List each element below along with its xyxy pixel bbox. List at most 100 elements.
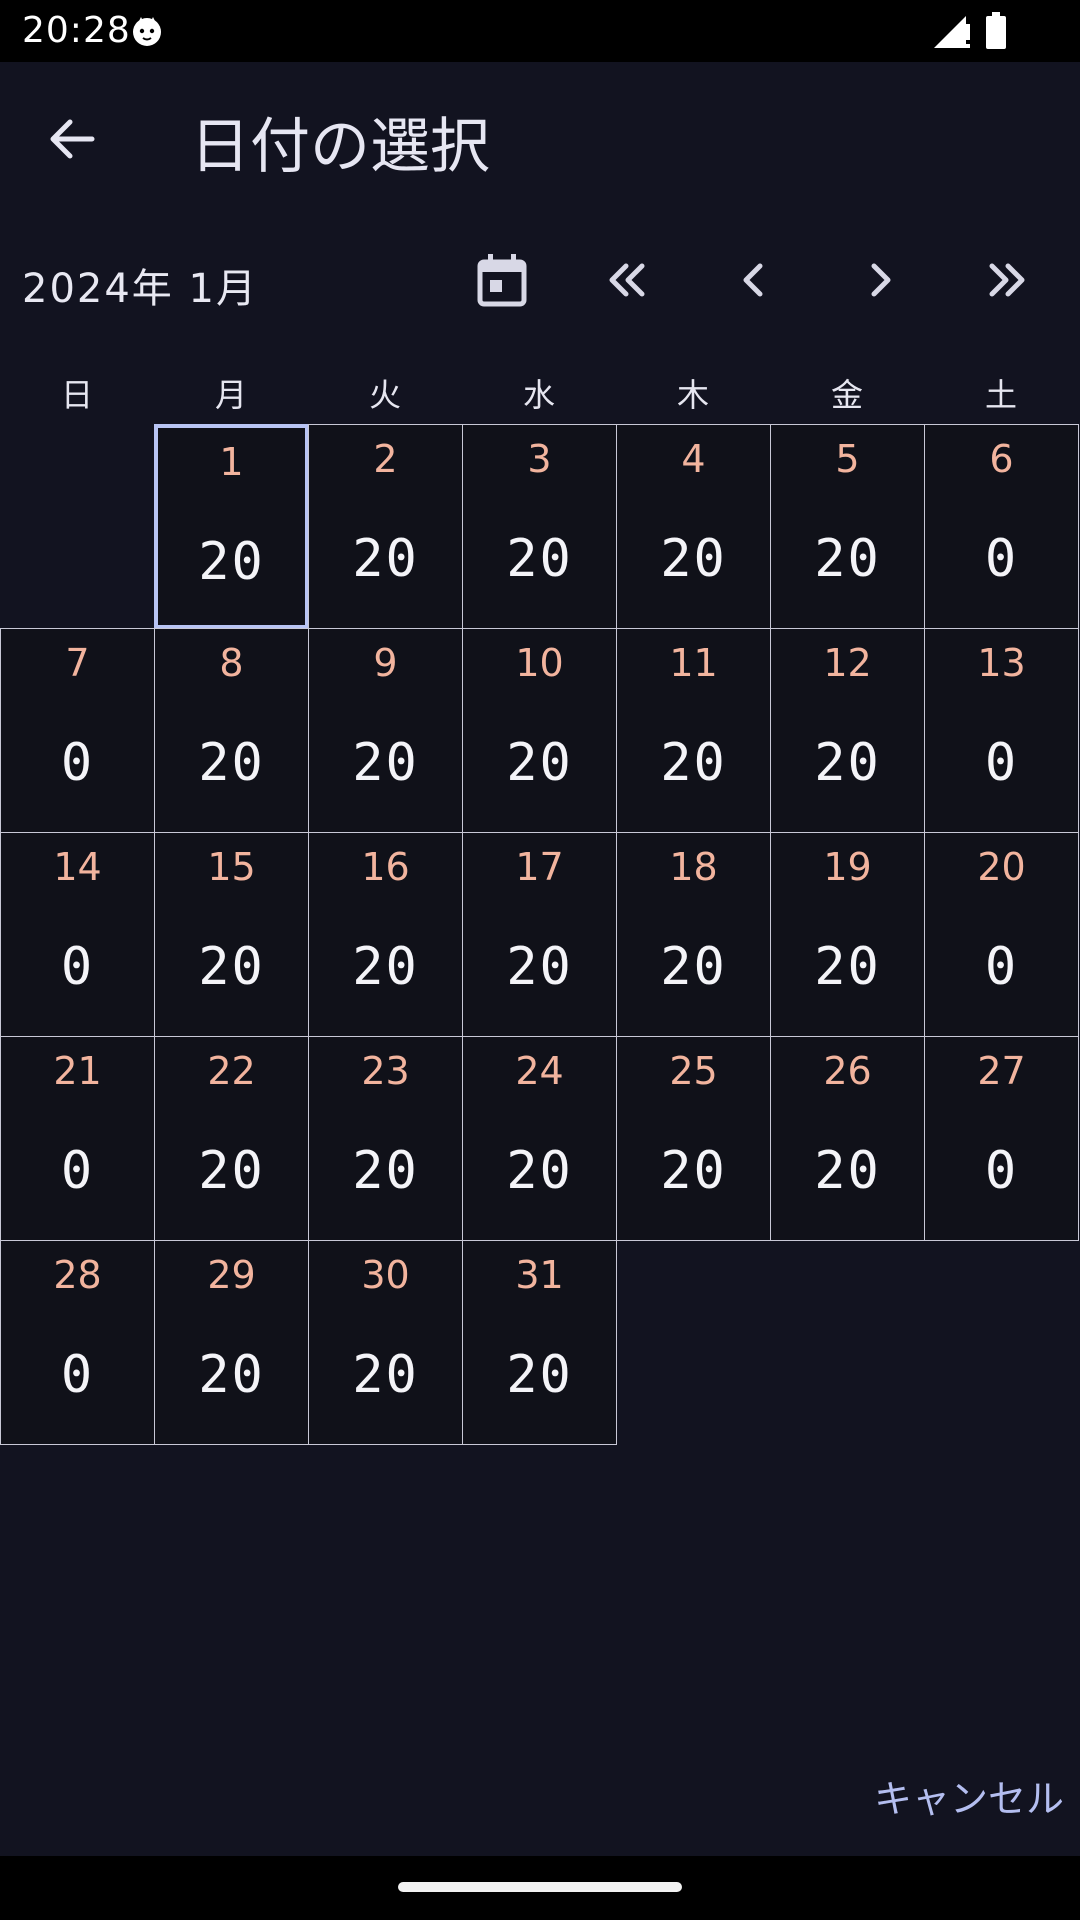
- day-value: 20: [660, 1141, 727, 1201]
- calendar-day-cell[interactable]: 26 20: [770, 1036, 925, 1241]
- weekday-sat: 土: [984, 376, 1017, 414]
- calendar-day-cell[interactable]: 15 20: [154, 832, 309, 1037]
- signal-icon: [934, 16, 970, 48]
- day-value: 0: [60, 937, 95, 997]
- day-number: 28: [53, 1253, 102, 1297]
- month-label: 2024年 1月: [22, 266, 258, 312]
- day-value: 20: [198, 937, 265, 997]
- calendar-day-cell[interactable]: 11 20: [616, 628, 771, 833]
- calendar-icon[interactable]: [470, 248, 534, 312]
- app-bar: 日付の選択: [0, 62, 1080, 212]
- calendar-day-cell[interactable]: 21 0: [0, 1036, 155, 1241]
- calendar-day-cell[interactable]: 12 20: [770, 628, 925, 833]
- day-number: 15: [207, 845, 256, 889]
- day-number: 16: [361, 845, 410, 889]
- day-number: 2: [373, 437, 398, 481]
- day-number: 3: [527, 437, 552, 481]
- calendar-day-cell[interactable]: 22 20: [154, 1036, 309, 1241]
- day-value: 20: [814, 1141, 881, 1201]
- calendar-day-cell[interactable]: 24 20: [462, 1036, 617, 1241]
- day-number: 31: [515, 1253, 564, 1297]
- day-value: 0: [60, 1345, 95, 1405]
- back-arrow-icon[interactable]: [40, 106, 106, 172]
- status-bar: 20:28: [0, 0, 1080, 62]
- calendar-day-cell[interactable]: 19 20: [770, 832, 925, 1037]
- calendar-day-cell[interactable]: 14 0: [0, 832, 155, 1037]
- weekday-fri: 金: [830, 376, 863, 414]
- day-value: 20: [660, 529, 727, 589]
- day-number: 9: [373, 641, 398, 685]
- day-number: 19: [823, 845, 872, 889]
- day-value: 20: [352, 1345, 419, 1405]
- day-number: 30: [361, 1253, 410, 1297]
- day-number: 5: [835, 437, 860, 481]
- status-time: 20:28: [22, 10, 131, 51]
- weekday-mon: 月: [214, 376, 247, 414]
- calendar-day-cell[interactable]: 1 20: [154, 424, 309, 629]
- day-value: 0: [60, 733, 95, 793]
- calendar-day-cell[interactable]: 70: [0, 628, 155, 833]
- weekday-thu: 木: [676, 376, 709, 414]
- page-title: 日付の選択: [190, 112, 490, 182]
- calendar-day-cell[interactable]: 9 20: [308, 628, 463, 833]
- day-number: 17: [515, 845, 564, 889]
- day-value: 20: [352, 937, 419, 997]
- day-number: 13: [977, 641, 1026, 685]
- calendar-day-cell[interactable]: 13 0: [924, 628, 1079, 833]
- calendar-day-cell[interactable]: 31 20: [462, 1240, 617, 1445]
- day-number: 24: [515, 1049, 564, 1093]
- chevron-right-icon[interactable]: [848, 248, 912, 312]
- double-chevron-left-icon[interactable]: [596, 248, 660, 312]
- day-number: 25: [669, 1049, 718, 1093]
- calendar-day-cell[interactable]: 30 20: [308, 1240, 463, 1445]
- day-value: 0: [984, 733, 1019, 793]
- calendar-day-cell[interactable]: 28 0: [0, 1240, 155, 1445]
- day-number: 27: [977, 1049, 1026, 1093]
- day-number: 29: [207, 1253, 256, 1297]
- day-number: 12: [823, 641, 872, 685]
- day-value: 20: [814, 529, 881, 589]
- day-value: 20: [198, 532, 265, 592]
- day-value: 20: [198, 1141, 265, 1201]
- day-value: 20: [814, 733, 881, 793]
- day-number: 1: [219, 440, 244, 484]
- calendar-day-cell[interactable]: 17 20: [462, 832, 617, 1037]
- day-number: 4: [681, 437, 706, 481]
- day-value: 20: [506, 1345, 573, 1405]
- calendar-day-cell[interactable]: 3 20: [462, 424, 617, 629]
- day-value: 0: [984, 937, 1019, 997]
- day-value: 20: [198, 1345, 265, 1405]
- calendar-day-cell[interactable]: 23 20: [308, 1036, 463, 1241]
- day-value: 0: [60, 1141, 95, 1201]
- weekday-wed: 水: [522, 376, 555, 414]
- day-value: 20: [506, 937, 573, 997]
- calendar-day-cell[interactable]: 16 20: [308, 832, 463, 1037]
- calendar-day-cell[interactable]: 18 20: [616, 832, 771, 1037]
- day-value: 20: [660, 733, 727, 793]
- calendar-day-cell[interactable]: 4 20: [616, 424, 771, 629]
- calendar-day-cell[interactable]: 10 20: [462, 628, 617, 833]
- calendar-day-cell[interactable]: 2 20: [308, 424, 463, 629]
- day-number: 14: [53, 845, 102, 889]
- calendar-day-cell[interactable]: 5 20: [770, 424, 925, 629]
- day-number: 21: [53, 1049, 102, 1093]
- home-handle[interactable]: [398, 1882, 682, 1892]
- day-value: 20: [506, 1141, 573, 1201]
- day-number: 8: [219, 641, 244, 685]
- day-value: 20: [814, 937, 881, 997]
- calendar-day-cell[interactable]: 29 20: [154, 1240, 309, 1445]
- calendar-day-cell[interactable]: 25 20: [616, 1036, 771, 1241]
- day-value: 20: [660, 937, 727, 997]
- day-number: 11: [669, 641, 718, 685]
- double-chevron-right-icon[interactable]: [974, 248, 1038, 312]
- weekday-sun: 日: [60, 376, 93, 414]
- calendar-day-cell[interactable]: 27 0: [924, 1036, 1079, 1241]
- day-value: 20: [352, 733, 419, 793]
- cancel-button[interactable]: キャンセル: [874, 1768, 1064, 1823]
- calendar-day-cell[interactable]: 20 0: [924, 832, 1079, 1037]
- calendar-day-cell[interactable]: 60: [924, 424, 1079, 629]
- calendar-day-cell[interactable]: 8 20: [154, 628, 309, 833]
- day-value: 0: [984, 529, 1019, 589]
- day-value: 20: [352, 1141, 419, 1201]
- chevron-left-icon[interactable]: [722, 248, 786, 312]
